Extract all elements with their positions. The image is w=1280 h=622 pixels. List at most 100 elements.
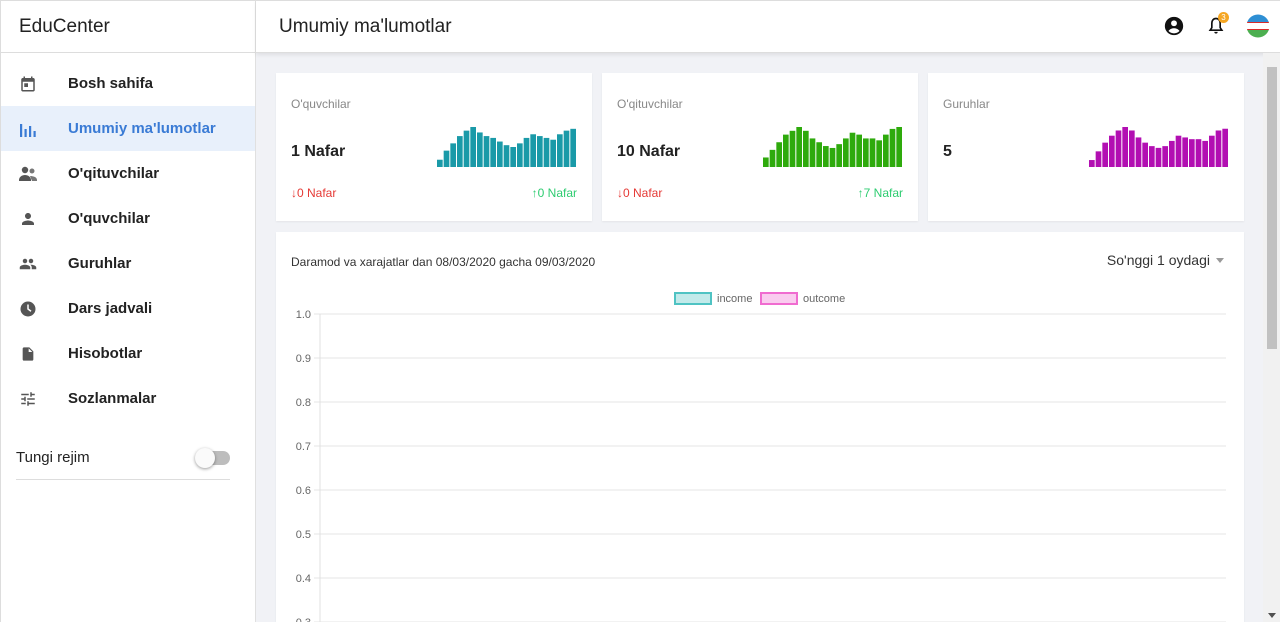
- spark-bar: [776, 142, 782, 167]
- stat-decrease-value: 0 Nafar: [623, 186, 663, 200]
- spark-bar: [1122, 127, 1128, 167]
- spark-bar: [1089, 160, 1095, 167]
- sidebar-item-reports[interactable]: Hisobotlar: [1, 331, 255, 376]
- app-brand[interactable]: EduCenter: [1, 0, 255, 53]
- legend-item[interactable]: income: [674, 292, 752, 305]
- sidebar-item-label: Guruhlar: [68, 255, 132, 272]
- spark-bar: [1095, 151, 1102, 167]
- spark-bar: [769, 149, 776, 167]
- legend-item[interactable]: outcome: [760, 292, 845, 305]
- spark-bar: [477, 132, 483, 167]
- stat-value: 10 Nafar: [617, 143, 681, 160]
- notification-badge: 3: [1218, 12, 1229, 23]
- language-flag-icon[interactable]: [1246, 13, 1270, 39]
- spark-bar: [497, 141, 503, 167]
- spark-bar: [843, 138, 849, 167]
- spark-bar: [1162, 146, 1168, 167]
- spark-bar: [783, 134, 789, 167]
- sidebar-item-students[interactable]: O'quvchilar: [1, 196, 255, 241]
- legend-swatch: [760, 292, 798, 305]
- spark-bar: [876, 140, 882, 167]
- y-tick-label: 0.7: [296, 441, 311, 453]
- sidebar-item-home[interactable]: Bosh sahifa: [1, 61, 255, 106]
- spark-bar: [457, 136, 463, 167]
- y-tick-label: 0.9: [296, 353, 311, 365]
- y-tick-label: 0.6: [296, 485, 311, 497]
- spark-bar: [557, 134, 563, 167]
- y-tick-label: 1.0: [296, 309, 311, 321]
- stat-increase-value: 7 Nafar: [863, 186, 903, 200]
- spark-bar: [869, 138, 876, 167]
- sidebar-item-overview[interactable]: Umumiy ma'lumotlar: [1, 106, 255, 151]
- person-icon: [17, 208, 39, 230]
- spark-bar: [570, 128, 576, 167]
- spark-bar: [550, 139, 556, 167]
- spark-bar: [789, 130, 796, 167]
- income-outcome-chart: income outcome 1.0 0.9 0.8 0.7 0.6 0.5 0.4 0.3: [296, 292, 1226, 622]
- sidebar-item-settings[interactable]: Sozlanmalar: [1, 376, 255, 421]
- spark-bar: [1195, 139, 1202, 167]
- spark-bar: [523, 137, 530, 167]
- sidebar-item-schedule[interactable]: Dars jadvali: [1, 286, 255, 331]
- spark-bar: [1209, 135, 1215, 167]
- page-title: Umumiy ma'lumotlar: [279, 15, 452, 37]
- spark-bar: [856, 134, 862, 167]
- scroll-down-arrow-icon[interactable]: [1268, 613, 1276, 618]
- header-actions: 3: [1162, 12, 1270, 39]
- stat-label: Guruhlar: [943, 97, 990, 111]
- spark-bar: [896, 127, 902, 167]
- calendar-icon: [17, 73, 39, 95]
- spark-bar: [1115, 130, 1122, 167]
- y-tick-label: 0.4: [296, 573, 311, 585]
- scrollbar-thumb[interactable]: [1267, 67, 1277, 349]
- spark-bar: [1202, 140, 1208, 167]
- spark-bar: [517, 143, 523, 167]
- legend-swatch: [674, 292, 712, 305]
- stat-card-students: O'quvchilar 1 Nafar ↓0 Nafar ↑0 Nafar: [276, 73, 592, 221]
- spark-bar: [829, 147, 836, 167]
- stat-value: 1 Nafar: [291, 143, 346, 160]
- spark-bar: [1155, 147, 1162, 167]
- stat-card-teachers: O'qituvchilar 10 Nafar ↓0 Nafar ↑7 Nafar: [602, 73, 918, 221]
- sidebar-item-label: Dars jadvali: [68, 300, 153, 317]
- spark-bar: [1135, 137, 1142, 167]
- y-tick-label: 0.8: [296, 397, 311, 409]
- spark-bar: [503, 145, 510, 167]
- spark-bar: [1102, 142, 1108, 167]
- spark-bar: [836, 144, 842, 167]
- stat-value: 5: [943, 143, 952, 160]
- night-mode-toggle[interactable]: [195, 447, 230, 468]
- spark-bar: [490, 137, 496, 167]
- stat-increase: ↑0 Nafar: [531, 186, 577, 200]
- spark-bar: [437, 159, 443, 167]
- page-scrollbar[interactable]: [1263, 53, 1280, 622]
- spark-bar: [1109, 135, 1115, 167]
- account-icon[interactable]: [1162, 13, 1186, 39]
- clock-icon: [17, 298, 39, 320]
- sidebar-nav: Bosh sahifa Umumiy ma'lumotlar O'qituvch…: [1, 53, 255, 421]
- sidebar: EduCenter Bosh sahifa Umumiy ma'lumotlar…: [0, 0, 256, 622]
- stat-increase: ↑7 Nafar: [857, 186, 903, 200]
- sidebar-item-label: O'qituvchilar: [68, 165, 160, 182]
- sidebar-item-label: Hisobotlar: [68, 345, 143, 362]
- bar-chart-icon: [17, 118, 39, 140]
- spark-bar: [1149, 146, 1155, 167]
- sidebar-item-teachers[interactable]: O'qituvchilar: [1, 151, 255, 196]
- spark-bar: [483, 136, 490, 167]
- spark-bar: [530, 134, 536, 167]
- spark-bar: [803, 130, 809, 167]
- notification-bell-icon[interactable]: 3: [1204, 12, 1229, 39]
- sidebar-item-groups[interactable]: Guruhlar: [1, 241, 255, 286]
- night-mode-row: Tungi rejim: [16, 447, 230, 480]
- spark-bar: [796, 127, 802, 167]
- spark-bar: [537, 136, 543, 167]
- spark-bar: [450, 143, 456, 167]
- teachers-icon: [17, 163, 39, 185]
- sidebar-item-label: O'quvchilar: [68, 210, 150, 227]
- sliders-icon: [17, 388, 39, 410]
- spark-bar: [1142, 142, 1148, 167]
- stat-increase-value: 0 Nafar: [537, 186, 577, 200]
- top-bar: Umumiy ma'lumotlar 3: [256, 0, 1280, 53]
- spark-bar: [443, 150, 450, 167]
- spark-bar: [863, 138, 869, 167]
